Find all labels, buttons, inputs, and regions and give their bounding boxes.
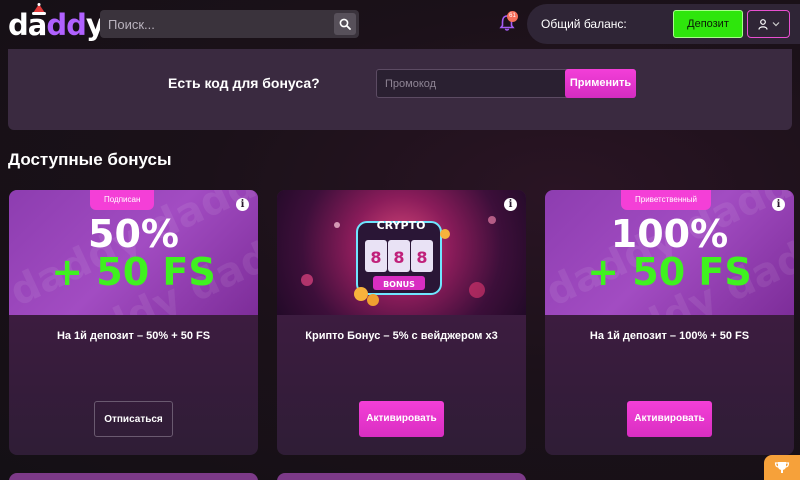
crypto-label: CRYPTO <box>377 219 425 232</box>
search-button[interactable] <box>334 13 356 35</box>
bonus-card-title: На 1й депозит – 50% + 50 FS <box>56 330 211 342</box>
bonus-card: daddy daddy daddy daddy 50% + 50 FS Подп… <box>9 190 258 455</box>
bonus-card-title: Крипто Бонус – 5% с вейджером x3 <box>305 330 498 342</box>
svg-text:8: 8 <box>370 248 381 267</box>
logo-text: daddy <box>8 8 105 42</box>
search-input[interactable] <box>100 10 330 38</box>
bonus-free-spins: + 50 FS <box>587 250 752 294</box>
promo-code-box: Применить <box>376 69 636 98</box>
trophy-button[interactable] <box>764 455 800 480</box>
unsubscribe-button[interactable]: Отписаться <box>94 401 173 437</box>
activate-button[interactable]: Активировать <box>359 401 444 437</box>
balance-label: Общий баланс: <box>541 17 627 31</box>
info-icon[interactable]: i <box>504 198 517 211</box>
svg-text:8: 8 <box>416 248 427 267</box>
info-icon[interactable]: i <box>772 198 785 211</box>
section-title: Доступные бонусы <box>8 150 172 169</box>
svg-text:8: 8 <box>393 248 404 267</box>
bonus-free-spins: + 50 FS <box>51 250 216 294</box>
bonus-percent: 100% <box>610 212 729 256</box>
bonus-card: daddy daddy daddy daddy 100% + 50 FS При… <box>545 190 794 455</box>
search-bar <box>100 10 359 38</box>
bonus-card-partial <box>9 473 258 480</box>
crypto-slot-illustration: 8 8 8 <box>301 216 496 306</box>
notification-badge: 61 <box>507 11 518 22</box>
bonus-card-image: 8 8 8 CRYPTO BONUS <box>277 190 526 315</box>
bonus-label: BONUS <box>383 280 415 289</box>
status-badge: Приветственный <box>621 190 711 210</box>
bonus-card: 8 8 8 CRYPTO BONUS i Крипто Бонус – 5% с… <box>277 190 526 455</box>
search-icon <box>339 18 351 30</box>
deposit-button[interactable]: Депозит <box>673 10 743 38</box>
chevron-down-icon <box>772 22 779 27</box>
svg-text:CRYPTO: CRYPTO <box>377 219 425 232</box>
header: daddy 61 Общий баланс: Депозит <box>0 0 800 46</box>
bonus-code-label: Есть код для бонуса? <box>168 75 320 91</box>
profile-button[interactable] <box>747 10 790 38</box>
status-badge: Подписан <box>90 190 155 210</box>
user-icon <box>757 18 768 30</box>
bonus-code-panel: Есть код для бонуса? Применить <box>8 49 792 130</box>
promo-code-input[interactable] <box>377 70 565 97</box>
apply-button[interactable]: Применить <box>565 69 636 98</box>
balance-panel: Общий баланс: Депозит <box>527 4 800 44</box>
santa-hat-icon <box>32 3 46 15</box>
bonus-card-title: На 1й депозит – 100% + 50 FS <box>589 330 750 342</box>
bonus-card-partial <box>277 473 526 480</box>
logo[interactable]: daddy <box>8 3 105 42</box>
bonus-percent: 50% <box>88 212 179 256</box>
activate-button[interactable]: Активировать <box>627 401 712 437</box>
trophy-icon <box>774 461 790 473</box>
info-icon[interactable]: i <box>236 198 249 211</box>
svg-text:BONUS: BONUS <box>383 280 415 289</box>
